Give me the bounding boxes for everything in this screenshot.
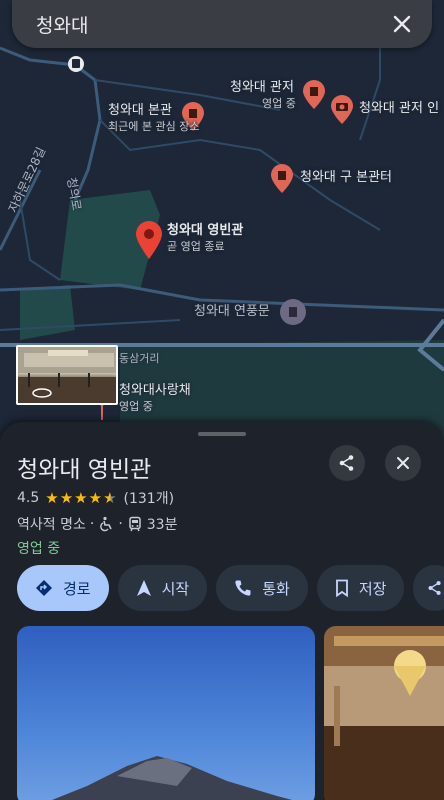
close-icon bbox=[397, 457, 409, 469]
bookmark-icon bbox=[335, 579, 348, 597]
star-rating: ★★★★★ bbox=[45, 489, 117, 507]
street-view-image bbox=[18, 347, 116, 403]
landmark-pin-icon[interactable] bbox=[301, 80, 327, 110]
share-icon bbox=[428, 581, 442, 595]
pin-label-gwanjeo[interactable]: 청와대 관저 영업 중 bbox=[230, 80, 296, 112]
pin-label-gwanjeo-in[interactable]: 청와대 관저 인 bbox=[359, 101, 439, 117]
place-bottom-sheet[interactable]: 청와대 영빈관 4.5 ★★★★★ (131개) 역사적 명소 · · 33분 … bbox=[0, 422, 444, 800]
selected-place-pin-icon[interactable] bbox=[134, 220, 164, 260]
place-title: 청와대 영빈관 bbox=[17, 457, 152, 483]
pin-sub: 영업 중 bbox=[119, 400, 153, 413]
pin-name: 청와대 관저 bbox=[230, 80, 294, 95]
navigation-arrow-icon bbox=[136, 580, 151, 596]
more-share-button[interactable] bbox=[413, 565, 444, 611]
photo-exterior[interactable] bbox=[17, 626, 315, 800]
pin-label-yeongbin[interactable]: 청와대 영빈관 곧 영업 종료 bbox=[167, 223, 243, 255]
directions-button[interactable]: 경로 bbox=[17, 565, 109, 611]
pin-sub: 최근에 본 관심 장소 bbox=[108, 120, 200, 133]
pin-sub: 곧 영업 종료 bbox=[167, 240, 225, 253]
pin-name: 청와대 연풍문 bbox=[194, 304, 270, 319]
pin-name: 청와대 구 본관터 bbox=[300, 170, 392, 185]
full-stars: ★★★★ bbox=[45, 489, 104, 507]
rating-value: 4.5 bbox=[17, 490, 40, 506]
photo-interior[interactable] bbox=[324, 626, 444, 800]
call-button[interactable]: 통화 bbox=[216, 565, 308, 611]
directions-icon bbox=[36, 580, 52, 596]
share-icon bbox=[339, 455, 354, 471]
pin-label-gubon[interactable]: 청와대 구 본관터 bbox=[300, 170, 392, 186]
review-count: (131개) bbox=[123, 491, 175, 507]
wheelchair-icon bbox=[100, 516, 113, 532]
pin-label-yeonpung[interactable]: 청와대 연풍문 bbox=[194, 304, 270, 320]
close-sheet-button[interactable] bbox=[385, 445, 421, 481]
map-canvas[interactable]: 청와대 본관 최근에 본 관심 장소 청와대 관저 영업 중 청와대 관저 인 … bbox=[0, 0, 444, 440]
road-label: 동삼거리 bbox=[119, 352, 160, 365]
pin-name: 청와대사랑채 bbox=[119, 383, 191, 398]
photo-carousel[interactable] bbox=[17, 626, 444, 800]
clear-search-button[interactable] bbox=[386, 8, 418, 40]
maps-screen: 청와대 본관 최근에 본 관심 장소 청와대 관저 영업 중 청와대 관저 인 … bbox=[0, 0, 444, 800]
search-query[interactable]: 청와대 bbox=[36, 11, 386, 38]
start-label: 시작 bbox=[161, 579, 190, 598]
place-category: 역사적 명소 bbox=[17, 517, 86, 533]
street-view-thumbnail[interactable] bbox=[16, 345, 118, 405]
drag-handle[interactable] bbox=[198, 432, 246, 436]
call-label: 통화 bbox=[262, 579, 290, 598]
save-label: 저장 bbox=[358, 579, 387, 598]
rating-row[interactable]: 4.5 ★★★★★ (131개) bbox=[17, 488, 174, 508]
pin-sub: 영업 중 bbox=[262, 97, 296, 110]
start-navigation-button[interactable]: 시작 bbox=[117, 565, 208, 611]
mountain-photo bbox=[52, 756, 293, 800]
share-button[interactable] bbox=[329, 445, 365, 481]
meta-row: 역사적 명소 · · 33분 bbox=[17, 514, 177, 534]
search-bar[interactable]: 청와대 bbox=[12, 0, 432, 48]
pin-name: 청와대 영빈관 bbox=[167, 223, 244, 238]
directions-label: 경로 bbox=[63, 579, 91, 598]
pin-label-sarangchae[interactable]: 청와대사랑채 영업 중 bbox=[119, 383, 191, 415]
open-status: 영업 중 bbox=[17, 541, 61, 557]
pin-name: 청와대 관저 인 bbox=[359, 101, 440, 116]
hall-photo bbox=[324, 626, 444, 800]
landmark-pin-icon[interactable] bbox=[269, 164, 295, 194]
close-icon bbox=[393, 15, 411, 33]
transit-time: 33분 bbox=[146, 517, 178, 533]
transit-icon bbox=[129, 516, 141, 532]
action-chips: 경로 시작 통화 저장 bbox=[17, 565, 444, 613]
phone-icon bbox=[235, 580, 251, 596]
separator-dot: · bbox=[89, 516, 95, 532]
pin-label-bongwan[interactable]: 청와대 본관 최근에 본 관심 장소 bbox=[108, 103, 199, 135]
camera-pin-icon[interactable] bbox=[329, 95, 355, 125]
half-star-icon: ★ bbox=[103, 489, 118, 507]
separator-dot: · bbox=[118, 516, 123, 532]
pin-name: 청와대 본관 bbox=[108, 103, 172, 118]
save-button[interactable]: 저장 bbox=[316, 565, 405, 611]
gate-pin-icon[interactable] bbox=[279, 298, 307, 326]
